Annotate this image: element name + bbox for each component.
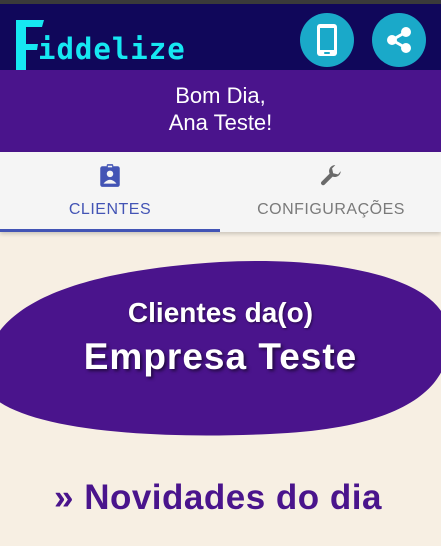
greeting-banner: Bom Dia, Ana Teste!	[0, 70, 441, 152]
tab-configuracoes[interactable]: CONFIGURAÇÕES	[221, 152, 441, 232]
tab-clientes[interactable]: CLIENTES	[0, 152, 220, 232]
greeting-line-2: Ana Teste!	[168, 110, 273, 135]
logo-text: iddelize	[38, 32, 186, 66]
active-tab-indicator	[0, 229, 220, 232]
install-app-button[interactable]	[300, 13, 354, 67]
tab-bar: CLIENTES CONFIGURAÇÕES	[0, 152, 441, 232]
wrench-icon	[321, 165, 341, 186]
hero-subtitle: Clientes da(o)	[127, 297, 314, 328]
share-button[interactable]	[372, 13, 426, 67]
news-section-title: » Novidades do dia	[54, 478, 382, 517]
tab-clientes-label: CLIENTES	[68, 201, 152, 218]
tab-configuracoes-label: CONFIGURAÇÕES	[257, 201, 405, 218]
share-icon	[387, 27, 411, 53]
assignment-ind-icon	[100, 164, 120, 187]
app-header: iddelize	[0, 4, 441, 93]
hero-company-name: Empresa Teste	[83, 336, 358, 377]
smartphone-icon	[317, 24, 337, 56]
greeting-line-1: Bom Dia,	[175, 83, 266, 108]
